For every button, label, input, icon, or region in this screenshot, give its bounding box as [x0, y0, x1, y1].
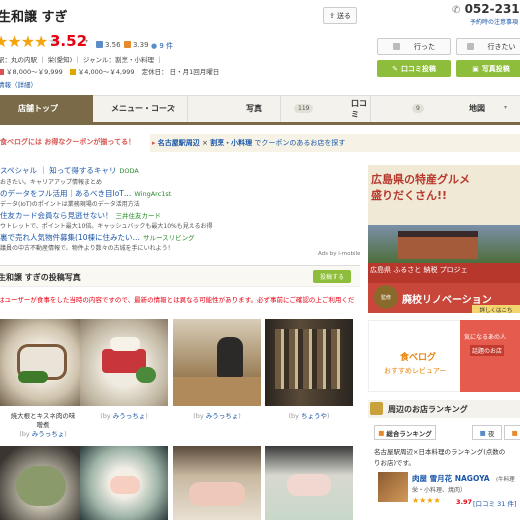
photo-credit-1: (by みうっちょ) [19, 430, 67, 438]
ad-desc-1: おきたい。キャリアアップ情報まとめ [0, 179, 103, 186]
moon-icon [96, 41, 103, 48]
photo-thumbnail[interactable] [265, 319, 353, 406]
banner-seal: 監修 [374, 285, 398, 309]
ranking-tab-all[interactable]: ■ 総合ランキング [374, 425, 436, 440]
sun-icon: ■ [511, 428, 518, 437]
crown-icon [370, 402, 383, 415]
phone-text: 052-231-1 [464, 2, 520, 16]
ranked-shop-score: 3.97 [456, 498, 473, 506]
furusato-banner[interactable]: 広島県の特産グルメ 盛りだくさん!! 広島県 ふるさと 納税 プロジェ 監修 廃… [368, 165, 520, 313]
station-genre-info: 駅：丸の内駅 ｜ 栄(愛知) ｜ ジャンル：割烹・小料理 ｜ [0, 56, 163, 64]
recommended-reviewer-text: おすすめレビュアー [384, 367, 447, 375]
ranked-shop-thumbnail[interactable] [378, 472, 408, 502]
tabelog-logo: 食べログ [400, 353, 437, 363]
photo-notice: はユーザーが食事をした当時の内容ですので、最新の情報とは異なる可能性があります。… [0, 296, 355, 304]
bookmark-icon [466, 43, 474, 50]
comment-icon: ● [151, 42, 158, 50]
user-link[interactable]: みうっちょ [32, 430, 65, 438]
ranking-description: 名古屋駅周辺×日本料理のランキング(点数の [374, 448, 506, 456]
camera-icon: ▣ [472, 64, 479, 73]
ad-desc-3: ウトレットで、ポイント最大10倍。キャッシュバックも最大10%も見えるお得 [0, 223, 213, 230]
want-to-go-button[interactable]: 行きたい [456, 38, 520, 55]
ranking-description-2: りお店)です。 [374, 459, 415, 467]
banner-headline-1: 広島県の特産グルメ [371, 173, 470, 186]
lunch-rating: 3.39 [124, 41, 149, 49]
banner-cta-button[interactable]: 詳しくはこち [472, 305, 520, 313]
pencil-icon: ✎ [392, 64, 398, 73]
ranked-shop-stars: ★★★★ [412, 496, 441, 505]
ranked-shop-reviews-link[interactable]: [口コミ 31 件] [473, 498, 516, 508]
ranking-tab-day[interactable]: ■昼 [504, 425, 520, 440]
user-link[interactable]: みうっちょ [113, 412, 146, 420]
ranking-title: 周辺のお店ランキング [388, 405, 468, 414]
photo-credit-3: (by みうっちょ) [193, 412, 241, 420]
photo-thumbnail[interactable] [0, 446, 86, 520]
night-rating: 3.56 [96, 41, 121, 49]
user-link[interactable]: ちょうや [301, 412, 327, 420]
send-label: 送る [336, 11, 351, 20]
banner-renovation-text: 廃校リノベーション [402, 295, 492, 306]
bullet-icon: ▸ [152, 139, 156, 147]
ad-desc-4: 議員の中古不動産情報で、物件より数々の古城を手にいれよう！ [0, 245, 174, 252]
post-photo-small-button[interactable]: 投稿する [313, 270, 351, 283]
reviewer-ad-text-1: 気になるあの人 [464, 334, 507, 341]
tab-photos[interactable]: 写真 [188, 95, 281, 122]
photo-thumbnail[interactable] [80, 446, 168, 520]
photo-thumbnail[interactable] [265, 446, 353, 520]
ranking-tab-night[interactable]: ■ 夜 [472, 425, 502, 440]
ads-by-label[interactable]: Ads by i-mobile [318, 251, 360, 257]
send-button[interactable]: ⇪ 送る [323, 7, 357, 24]
photo-thumbnail[interactable] [80, 319, 168, 406]
rating-score: 3.52 [50, 32, 88, 50]
banner-headline-2: 盛りだくさん!! [371, 189, 448, 202]
ad-link-2[interactable]: のデータをフル活用｜あるべき目IoT… WingArc1st [0, 188, 171, 199]
ranked-shop-name[interactable]: 肉屋 雪月花 NAGOYA [412, 473, 490, 484]
tab-reviews[interactable]: 口コミ [281, 95, 371, 122]
user-link[interactable]: みうっちょ [206, 412, 239, 420]
photo-thumbnail[interactable] [173, 446, 261, 520]
photo-section-title: 生和譲 すぎの投稿写真 [0, 273, 81, 282]
review-count-link[interactable]: ● 9 件 [151, 41, 173, 51]
sun-icon [124, 41, 131, 48]
share-icon: ⇪ [329, 11, 335, 20]
shop-name: 生和譲 すぎ [0, 10, 68, 25]
coupon-search-link[interactable]: ▸ 名古屋駅周辺 × 割烹・小料理 でクーポンのあるお店を探す [152, 138, 345, 148]
school-building-image [398, 231, 478, 259]
chevron-down-icon: ▾ [504, 104, 508, 111]
photo-credit-2: (by みうっちょ) [100, 412, 148, 420]
photo-thumbnail[interactable] [173, 319, 261, 406]
reviewer-ad-image[interactable] [460, 320, 520, 392]
tab-shop-top[interactable]: 店舗トップ [0, 95, 93, 122]
reviewer-ad-text-2: 話題のお店 [470, 345, 505, 356]
lunch-icon [69, 69, 76, 75]
reservation-note-link[interactable]: 予約時の注意事項 [470, 17, 518, 26]
rating-caret-icon[interactable]: ▾ [85, 38, 88, 45]
coupon-promo-text[interactable]: 食べログには お得なクーポンが揃ってる！ [0, 137, 135, 147]
post-review-button[interactable]: ✎ 口コミ投稿 [377, 60, 451, 77]
went-button[interactable]: 行った [377, 38, 451, 55]
flag-icon: ■ [378, 428, 385, 437]
ranked-shop-genre: 栄・小料理、焼肉） [412, 487, 467, 494]
ad-link-3[interactable]: 住友カード会員なら見逃せない！ 三井住友カード [0, 210, 161, 221]
dinner-icon [0, 69, 4, 75]
chevron-down-icon: ▾ [172, 104, 176, 111]
phone-number: ✆ 052-231-1 [452, 2, 520, 16]
phone-icon: ✆ [452, 5, 461, 16]
ad-link-4[interactable]: 裏で売れ人気物件募集(10棟に住みたい… サルースリビング [0, 232, 195, 243]
ranked-shop-genre-tag: (牛料理 [496, 477, 515, 483]
checkbox-icon [393, 43, 400, 50]
photo-credit-4: (by ちょうや) [288, 412, 330, 420]
banner-project-text: 広島県 ふるさと 納税 プロジェ [370, 266, 468, 274]
detail-link[interactable]: 情報（詳細） [0, 79, 37, 89]
ad-desc-2: データ(IoT)のポイントは業務現場のデータ活用方法 [0, 201, 140, 208]
moon-icon: ■ [479, 428, 486, 437]
post-photo-button[interactable]: ▣ 写真投稿 [456, 60, 520, 77]
photo-thumbnail[interactable] [0, 319, 86, 406]
tab-map[interactable]: 地図 [371, 95, 520, 122]
ad-link-1[interactable]: スペシャル ｜ 知って得するキャリ DODA [0, 165, 139, 176]
price-info: ￥8,000～￥9,999 ￥4,000～￥4,999 定休日： 日・月1回月曜… [0, 66, 219, 76]
